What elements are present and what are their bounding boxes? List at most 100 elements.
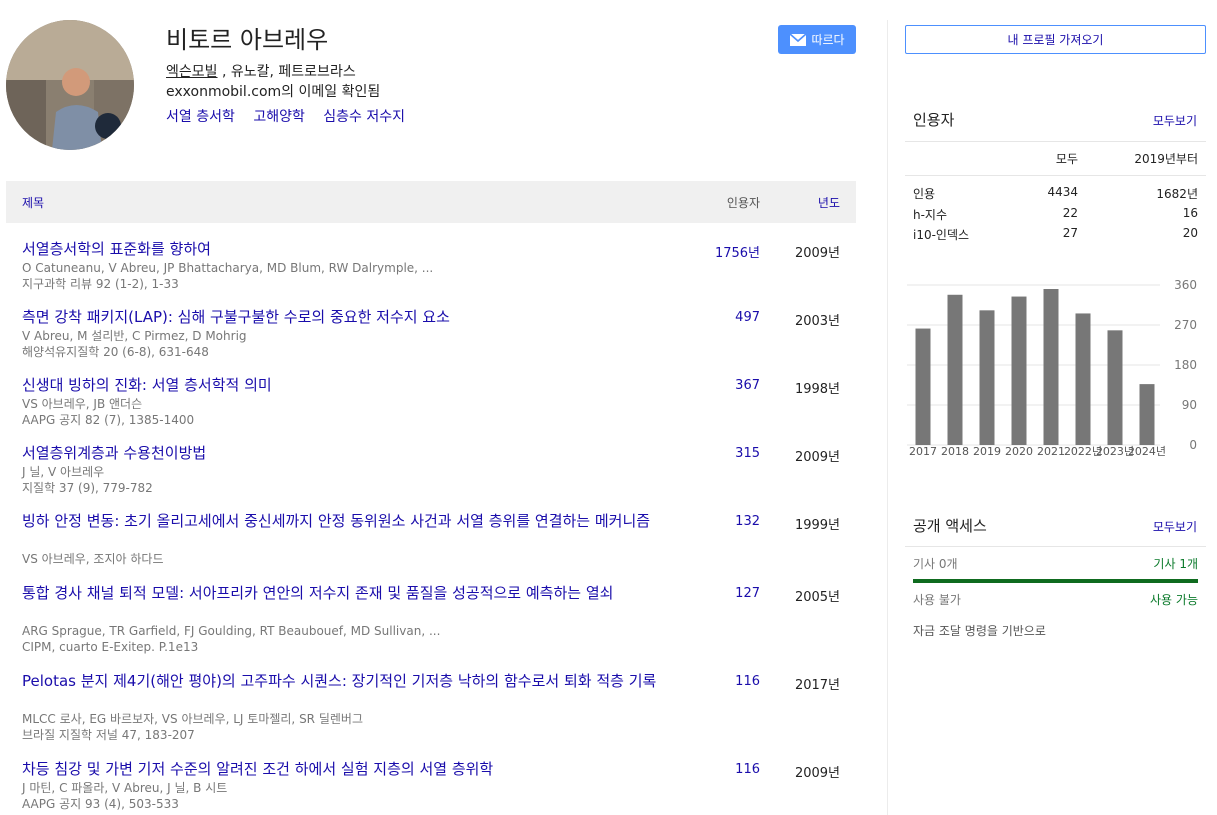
citation-count[interactable]: 1756년 [715,242,760,261]
publication-authors: J 닐, V 아브레우 [22,465,105,479]
chart-y-tick-label: 180 [1174,358,1197,372]
publication-year: 1999년 [794,518,840,533]
sort-by-cited[interactable]: 인용자 [727,194,760,211]
chart-bar[interactable] [1043,289,1059,445]
citation-count[interactable]: 367 [735,378,760,393]
citation-count[interactable]: 497 [735,310,760,325]
citation-count[interactable]: 127 [735,586,760,601]
publication-title[interactable]: 빙하 안정 변동: 초기 올리고세에서 중신세까지 안정 동위원소 사건과 서열… [22,512,692,531]
publication-year: 2003년 [794,314,840,329]
citation-count[interactable]: 116 [735,762,760,777]
verified-email: exxonmobil.com의 이메일 확인됨 [166,84,381,100]
not-available-label: 사용 불가 [913,593,961,607]
chart-bar[interactable] [1075,313,1091,445]
publication-venue: CIPM, cuarto E-Exitep. P.1e13 [22,640,199,654]
public-access-bar [913,579,1198,583]
chart-bar[interactable] [979,310,995,445]
publication-year: 2017년 [794,678,840,693]
publications-table-header: 제목 인용자 년도 [6,181,856,223]
publication-authors: ARG Sprague, TR Garfield, FJ Goulding, R… [22,624,441,638]
chart-bar[interactable] [947,294,963,445]
publication-year: 2009년 [794,246,840,261]
follow-button[interactable]: 따르다 [778,25,856,54]
stats-row-label: 인용 [913,187,936,201]
funding-mandate-note: 자금 조달 명령을 기반으로 [913,624,1046,638]
citations-per-year-chart: 0901802703602017 2018 2019 2020 20212022년202… [907,278,1197,458]
stats-row-label[interactable]: h-지수 [913,206,947,223]
publication-venue: 브라질 지질학 저널 47, 183-207 [22,728,195,742]
public-access-title: 공개 액세스 [913,517,987,535]
stats-row: h-지수 22 16 [905,206,1206,224]
stats-col-all: 모두 [1055,152,1078,166]
research-interests: 서열 층서학 고해양학 심층수 저수지 [166,106,419,126]
citation-count[interactable]: 116 [735,674,760,689]
stats-value-since: 1682년 [1156,187,1198,201]
chart-bar[interactable] [1011,296,1027,445]
publication-title[interactable]: Pelotas 분지 제4기(해안 평야)의 고주파수 시퀀스: 장기적인 기저… [22,672,692,691]
chart-x-tick-label: 2020 [1005,445,1033,458]
public-access-see-all-link[interactable]: 모두보기 [1153,518,1197,535]
affiliation-link[interactable]: 엑슨모빌 [166,64,218,80]
chart-x-tick-label: 2017 [909,445,937,458]
chart-x-tick-label: 2018 [941,445,969,458]
chart-x-tick-label: 2019 [973,445,1001,458]
citation-count[interactable]: 315 [735,446,760,461]
chart-x-tick-label: 2024년 [1128,445,1166,458]
available-count: 기사 1개 [1153,557,1198,571]
publication-year: 2009년 [794,450,840,465]
stats-value-all: 22 [1062,206,1078,220]
publication-authors: MLCC 로사, EG 바르보자, VS 아브레우, LJ 토마젤리, SR 딜… [22,712,363,726]
chart-y-tick-label: 0 [1189,438,1197,452]
publication-title[interactable]: 통합 경사 채널 퇴적 모델: 서아프리카 연안의 저수지 존재 및 품질을 성… [22,584,692,603]
publication-title[interactable]: 신생대 빙하의 진화: 서열 층서학적 의미 [22,376,692,395]
cited-by-see-all-link[interactable]: 모두보기 [1153,112,1197,129]
divider [905,141,1206,142]
stats-value-since: 16 [1182,206,1198,220]
publication-venue: AAPG 공지 93 (4), 503-533 [22,797,179,811]
chart-y-tick-label: 360 [1174,278,1197,292]
interest-link[interactable]: 심층수 저수지 [323,109,405,125]
stats-value-since: 20 [1182,226,1198,240]
import-profile-button[interactable]: 내 프로필 가져오기 [905,25,1206,54]
publication-authors: O Catuneanu, V Abreu, JP Bhattacharya, M… [22,261,434,275]
interest-link[interactable]: 서열 층서학 [166,109,235,125]
publication-title[interactable]: 차등 침강 및 가변 기저 수준의 알려진 조건 하에서 실험 지층의 서열 층… [22,760,692,779]
not-available-count: 기사 0개 [913,557,958,571]
divider [905,175,1206,176]
cited-by-title: 인용자 [913,111,955,129]
publication-title[interactable]: 측면 강착 패키지(LAP): 심해 구불구불한 수로의 중요한 저수지 요소 [22,308,692,327]
profile-photo [6,20,134,150]
publication-year: 2009년 [794,766,840,781]
publication-authors: VS 아브레우, JB 앤더슨 [22,397,143,411]
divider [905,546,1206,547]
sort-by-title[interactable]: 제목 [22,194,44,211]
chart-x-tick-label: 2021 [1037,445,1065,458]
publication-venue: 지구과학 리뷰 92 (1-2), 1-33 [22,277,179,291]
stats-row: i10-인덱스 27 20 [905,226,1206,244]
stats-value-all: 27 [1062,226,1078,240]
citation-count[interactable]: 132 [735,514,760,529]
column-divider [887,20,888,815]
publication-title[interactable]: 서열층위계층과 수용천이방법 [22,444,692,463]
affiliation-rest: , 유노칼, 페트로브라스 [217,64,356,80]
chart-y-tick-label: 270 [1174,318,1197,332]
publication-authors: VS 아브레우, 조지아 하다드 [22,552,164,566]
chart-bar[interactable] [1139,384,1155,445]
publication-authors: J 마틴, C 파올라, V Abreu, J 닐, B 시트 [22,781,228,795]
publication-year: 1998년 [794,382,840,397]
interest-link[interactable]: 고해양학 [253,109,305,125]
affiliation: 엑슨모빌 , 유노칼, 페트로브라스 [166,61,356,81]
publication-title[interactable]: 서열층서학의 표준화를 향하여 [22,240,692,259]
sort-by-year[interactable]: 년도 [818,194,840,211]
profile-name: 비토르 아브레우 [166,26,329,54]
chart-bar[interactable] [1107,330,1123,445]
stats-row-label[interactable]: i10-인덱스 [913,226,969,243]
chart-bar[interactable] [915,328,931,445]
stats-value-all: 4434 [1047,185,1078,199]
stats-col-since: 2019년부터 [1134,152,1198,166]
follow-label: 따르다 [811,33,845,47]
mail-icon [789,32,807,46]
available-label: 사용 가능 [1150,593,1198,607]
chart-y-tick-label: 90 [1182,398,1197,412]
publication-venue: 해양석유지질학 20 (6-8), 631-648 [22,345,209,359]
